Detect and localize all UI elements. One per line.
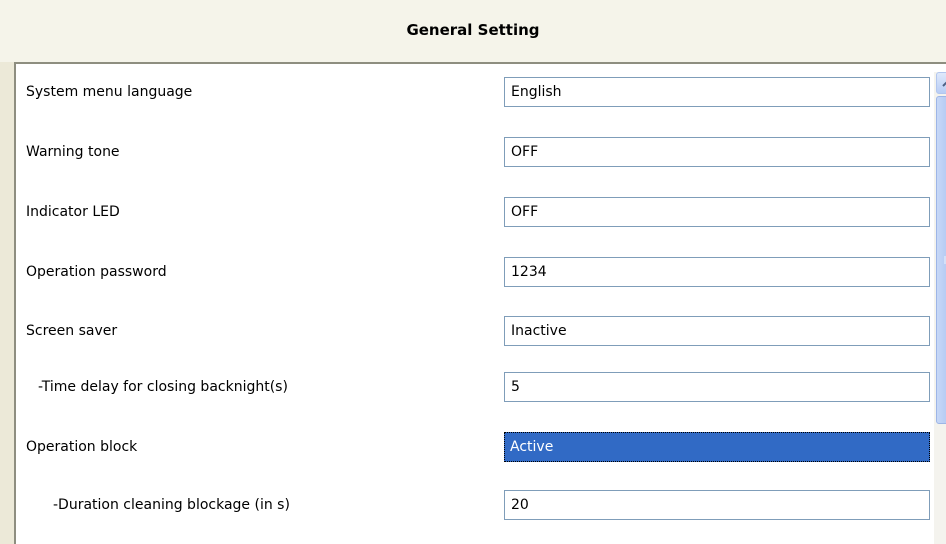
operation-block-field[interactable]: Active <box>504 432 930 462</box>
vertical-scrollbar[interactable] <box>934 72 946 544</box>
scroll-up-button[interactable] <box>936 72 946 94</box>
menu-language-field[interactable]: English <box>504 77 930 107</box>
setting-label: System menu language <box>26 84 193 100</box>
setting-row-menu-language: System menu language English <box>16 72 946 112</box>
setting-row-operation-block: Operation block Active <box>16 427 946 467</box>
setting-label: -Duration cleaning blockage (in s) <box>53 497 290 513</box>
setting-row-time-delay: -Time delay for closing backnight(s) 5 <box>16 367 946 407</box>
setting-row-screen-saver: Screen saver Inactive <box>16 311 946 351</box>
warning-tone-field[interactable]: OFF <box>504 137 930 167</box>
page-header: General Setting <box>0 0 946 62</box>
chevron-up-icon <box>942 81 946 87</box>
indicator-led-field[interactable]: OFF <box>504 197 930 227</box>
setting-label: Warning tone <box>26 144 120 160</box>
operation-password-field[interactable]: 1234 <box>504 257 930 287</box>
page-title: General Setting <box>406 21 540 39</box>
time-delay-field[interactable]: 5 <box>504 372 930 402</box>
cleaning-duration-field[interactable]: 20 <box>504 490 930 520</box>
setting-label: Screen saver <box>26 323 118 339</box>
setting-row-cleaning-duration: -Duration cleaning blockage (in s) 20 <box>16 485 946 525</box>
setting-row-warning-tone: Warning tone OFF <box>16 132 946 172</box>
setting-label: Operation password <box>26 264 167 280</box>
setting-row-operation-password: Operation password 1234 <box>16 252 946 292</box>
screen-saver-field[interactable]: Inactive <box>504 316 930 346</box>
setting-label: Operation block <box>26 439 138 455</box>
setting-label: Indicator LED <box>26 204 120 220</box>
setting-label: -Time delay for closing backnight(s) <box>38 379 288 395</box>
settings-panel: System menu language English Warning ton… <box>14 62 946 544</box>
scroll-thumb[interactable] <box>936 96 946 424</box>
setting-row-indicator-led: Indicator LED OFF <box>16 192 946 232</box>
